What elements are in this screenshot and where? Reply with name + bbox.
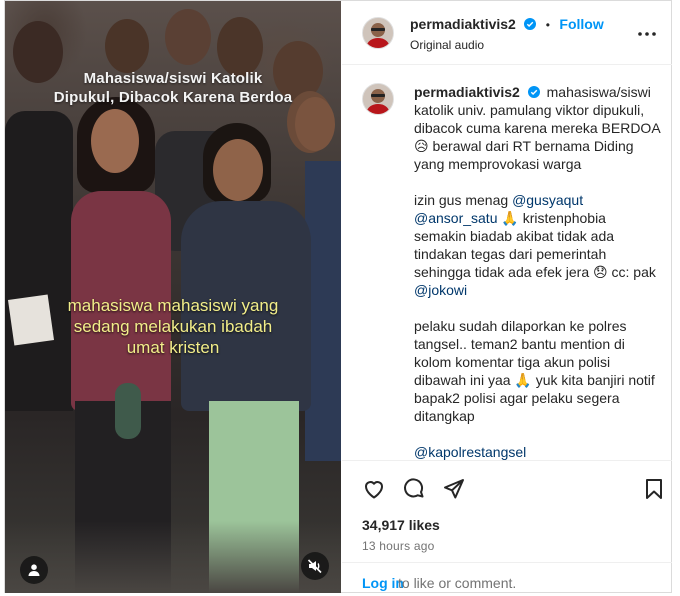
caption-avatar[interactable] (362, 83, 394, 115)
caption-area: permadiaktivis2 mahasiswa/siswi katolik … (342, 65, 672, 460)
video-title-line: Mahasiswa/siswi Katolik (83, 70, 263, 87)
tagged-accounts-button[interactable] (20, 556, 48, 584)
video-subtitle-line: sedang melakukan ibadah (73, 317, 273, 336)
caption-username[interactable]: permadiaktivis2 (414, 84, 520, 100)
follow-button[interactable]: Follow (559, 16, 603, 32)
instagram-post: Mahasiswa/siswi Katolik Dipukul, Dibacok… (4, 0, 672, 593)
verified-badge-icon (524, 18, 537, 30)
verified-badge-icon (527, 86, 540, 98)
login-prompt-text: to like or comment. (398, 575, 517, 591)
speaker-muted-icon (307, 559, 322, 574)
mention-link[interactable]: @gusyaqut (512, 192, 583, 208)
post-caption: permadiaktivis2 mahasiswa/siswi katolik … (414, 83, 660, 460)
video-title-overlay: Mahasiswa/siswi Katolik Dipukul, Dibacok… (5, 69, 341, 107)
bookmark-icon[interactable] (642, 477, 666, 501)
video-subtitle-overlay: mahasiswa mahasiswi yang sedang melakuka… (5, 295, 341, 358)
post-media-video[interactable]: Mahasiswa/siswi Katolik Dipukul, Dibacok… (5, 1, 341, 593)
caption-text: pelaku sudah dilaporkan ke polres tangse… (414, 318, 655, 424)
original-audio-link[interactable]: Original audio (410, 38, 484, 52)
heart-icon[interactable] (362, 477, 386, 501)
video-subtitle-line: mahasiswa mahasiswi yang (67, 296, 279, 315)
post-details-panel: permadiaktivis2 • Follow Original audio (342, 1, 672, 593)
login-prompt: Log in to like or comment. (342, 562, 672, 596)
comment-icon[interactable] (402, 477, 426, 501)
separator-dot: • (545, 18, 550, 32)
more-horizontal-icon[interactable] (636, 23, 658, 45)
caption-paragraph: @kapolrestangsel (414, 443, 660, 460)
post-header: permadiaktivis2 • Follow Original audio (342, 1, 672, 65)
post-actions: 34,917 likes 13 hours ago Log in to like… (342, 460, 672, 595)
mention-link[interactable]: @jokowi (414, 282, 467, 298)
mute-toggle-button[interactable] (301, 552, 329, 580)
likes-count[interactable]: 34,917 likes (362, 517, 440, 533)
post-timestamp[interactable]: 13 hours ago (362, 539, 434, 553)
avatar-image (363, 84, 393, 114)
caption-paragraph: izin gus menag @gusyaqut @ansor_satu 🙏 k… (414, 191, 660, 299)
avatar-image (363, 18, 393, 48)
video-title-line: Dipukul, Dibacok Karena Berdoa (53, 89, 293, 106)
user-icon (28, 564, 40, 576)
mention-link[interactable]: @kapolrestangsel (414, 444, 526, 460)
avatar[interactable] (362, 17, 394, 49)
caption-paragraph: permadiaktivis2 mahasiswa/siswi katolik … (414, 83, 660, 173)
share-icon[interactable] (442, 477, 466, 501)
mention-link[interactable]: @ansor_satu (414, 210, 497, 226)
caption-paragraph: pelaku sudah dilaporkan ke polres tangse… (414, 317, 660, 425)
caption-text: izin gus menag (414, 192, 513, 208)
post-author-username[interactable]: permadiaktivis2 (410, 16, 516, 32)
video-subtitle-line: umat kristen (126, 338, 220, 357)
